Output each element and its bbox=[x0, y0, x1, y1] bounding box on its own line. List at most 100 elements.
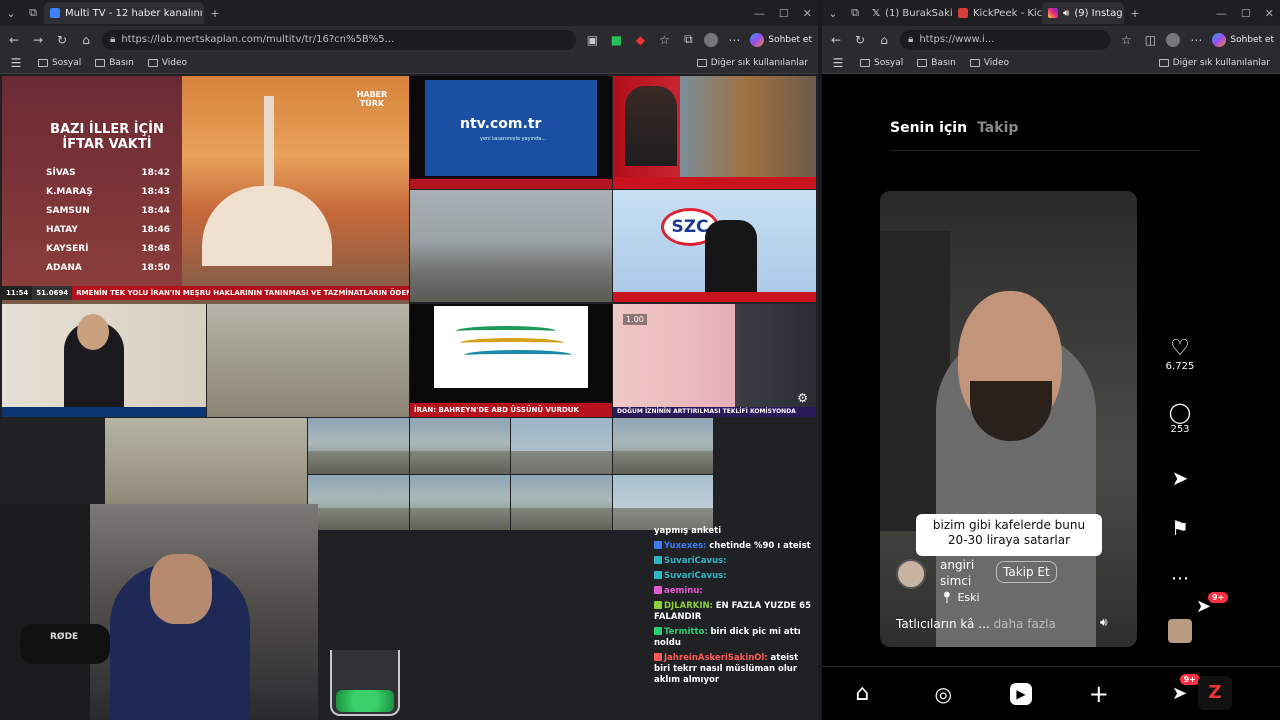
address-bar[interactable]: 🔒︎ https://lab.mertskaplan.com/multitv/t… bbox=[102, 29, 577, 50]
chat-username[interactable]: Yuxexes: bbox=[664, 541, 707, 551]
webcam-tile[interactable] bbox=[612, 418, 713, 474]
back-icon[interactable]: ← bbox=[6, 33, 22, 47]
tv-tile-ntv[interactable]: ntv.com.tr yeni tasarımıyla yayında... bbox=[410, 76, 612, 189]
webcam-tile[interactable] bbox=[511, 474, 612, 530]
bookmark-icon[interactable]: ⚑ bbox=[1162, 516, 1198, 540]
home-icon[interactable]: ⌂ bbox=[78, 33, 94, 47]
more-options-icon[interactable]: ⋯ bbox=[1162, 568, 1198, 589]
like-action[interactable]: ♡ 6.725 bbox=[1162, 336, 1198, 372]
share-icon[interactable]: ➤ bbox=[1162, 466, 1198, 490]
audio-thumbnail[interactable] bbox=[1168, 619, 1192, 643]
favorites-icon[interactable]: ☆ bbox=[1118, 33, 1134, 47]
iftar-row: ADANA 18:50 bbox=[46, 263, 170, 273]
chat-username[interactable]: SuvariCavus: bbox=[664, 571, 727, 581]
extension-red-icon[interactable]: ◆ bbox=[632, 33, 648, 47]
bookmark-folder-video[interactable]: Video bbox=[969, 58, 1009, 68]
left-browser-window: ⌄ ⧉ Multi TV - 12 haber kanalını aynı a … bbox=[0, 0, 818, 720]
profile-avatar[interactable] bbox=[704, 32, 719, 47]
tv-tile-old-city[interactable] bbox=[105, 418, 307, 506]
more-menu-icon[interactable]: ⋯ bbox=[1188, 33, 1204, 47]
refresh-icon[interactable]: ↻ bbox=[852, 33, 868, 47]
tab-x[interactable]: 𝕏 (1) BurakSakin ✕ bbox=[866, 2, 952, 24]
tv-tile-arabic-news[interactable] bbox=[613, 76, 816, 189]
webcam-tile[interactable] bbox=[511, 418, 612, 474]
extensions-icon[interactable]: ▣ bbox=[584, 33, 600, 47]
follow-button[interactable]: Takip Et bbox=[996, 561, 1057, 583]
webcam-tile[interactable] bbox=[409, 474, 510, 530]
more-menu-icon[interactable]: ⋯ bbox=[726, 33, 742, 47]
extension-green-icon[interactable]: ■ bbox=[608, 33, 624, 47]
other-favorites[interactable]: Diğer sık kullanılanlar bbox=[696, 58, 808, 68]
tv-tile-szc[interactable]: SZC bbox=[613, 190, 816, 302]
address-bar[interactable]: 🔒︎ https://www.i... bbox=[900, 29, 1111, 50]
webcam-tile[interactable] bbox=[612, 474, 713, 530]
tab-kickpeek[interactable]: KickPeek - Kic ✕ bbox=[952, 2, 1042, 24]
more-link[interactable]: daha fazla bbox=[994, 617, 1056, 631]
workspaces-icon[interactable]: ⧉ bbox=[22, 2, 44, 24]
tv-tile-aerial-city[interactable] bbox=[207, 304, 409, 417]
tv-tile-reporter[interactable]: 1.00 DOĞUM İZNİNİN ARTTIRILMASI TEKLİFİ … bbox=[613, 304, 816, 417]
new-tab-icon[interactable]: + bbox=[1124, 2, 1146, 24]
location[interactable]: 📍︎ Eski bbox=[940, 591, 980, 604]
close-window-icon[interactable]: ✕ bbox=[803, 7, 812, 20]
workspaces-icon[interactable]: ⧉ bbox=[844, 2, 866, 24]
reel-video[interactable]: bizim gibi kafelerde bunu 20-30 liraya s… bbox=[880, 191, 1137, 647]
bookmark-folder-sosyal[interactable]: Sosyal bbox=[860, 58, 903, 68]
tv-tile-haberturk[interactable]: HABER TÜRK BAZI İLLER İÇİN İFTAR VAKTİ S… bbox=[2, 76, 409, 304]
reel-description[interactable]: Tatlıcıların kâ ... daha fazla bbox=[896, 617, 1056, 631]
favorites-icon[interactable]: ☆ bbox=[656, 33, 672, 47]
tab-actions-icon[interactable]: ⌄ bbox=[822, 2, 844, 24]
location-pin-icon: 📍︎ bbox=[940, 591, 954, 604]
maximize-icon[interactable]: ☐ bbox=[1241, 7, 1251, 20]
chat-username[interactable]: DJLARKIN: bbox=[664, 601, 713, 611]
chat-username[interactable]: JahreinAskeriSakinOl: bbox=[664, 653, 768, 663]
maximize-icon[interactable]: ☐ bbox=[779, 7, 789, 20]
caption-overlay: bizim gibi kafelerde bunu 20-30 liraya s… bbox=[916, 514, 1102, 556]
bookmark-folder-video[interactable]: Video bbox=[147, 58, 187, 68]
tv-tile-interview[interactable] bbox=[2, 304, 206, 417]
mute-icon[interactable]: 🔊︎ bbox=[1100, 615, 1108, 630]
sidebar-toggle-icon[interactable]: ☰ bbox=[8, 56, 24, 70]
chat-username[interactable]: SuvariCavus: bbox=[664, 556, 727, 566]
minimize-icon[interactable]: — bbox=[754, 7, 765, 20]
creator-username[interactable]: angiri simci bbox=[940, 557, 992, 589]
bookmark-folder-basin[interactable]: Basın bbox=[95, 58, 134, 68]
tab-following[interactable]: Takip bbox=[977, 120, 1018, 136]
iftar-row: HATAY 18:46 bbox=[46, 225, 170, 235]
tab-multitv[interactable]: Multi TV - 12 haber kanalını aynı a ✕ bbox=[44, 2, 204, 24]
new-tab-icon[interactable]: + bbox=[204, 2, 226, 24]
tab-for-you[interactable]: Senin için bbox=[890, 120, 967, 136]
sidebar-toggle-icon[interactable]: ☰ bbox=[830, 56, 846, 70]
forward-icon[interactable]: → bbox=[30, 33, 46, 47]
close-window-icon[interactable]: ✕ bbox=[1265, 7, 1274, 20]
collections-icon[interactable]: ⧉ bbox=[680, 32, 696, 47]
reels-play-icon[interactable]: ▶ bbox=[1009, 682, 1032, 705]
tab-actions-icon[interactable]: ⌄ bbox=[0, 2, 22, 24]
other-favorites[interactable]: Diğer sık kullanılanlar bbox=[1158, 58, 1270, 68]
direct-messages-icon[interactable]: ➤ 9+ bbox=[1166, 673, 1200, 708]
webcam-tile[interactable] bbox=[308, 474, 409, 530]
minimize-icon[interactable]: — bbox=[1216, 7, 1227, 20]
chat-username[interactable]: Termitto: bbox=[664, 627, 708, 637]
explore-compass-icon[interactable]: ◎ bbox=[929, 680, 957, 708]
back-icon[interactable]: ← bbox=[828, 33, 844, 47]
chat-username[interactable]: aeminu: bbox=[664, 586, 703, 596]
create-plus-icon[interactable]: + bbox=[1085, 680, 1113, 708]
tv-tile-skyline[interactable] bbox=[410, 190, 612, 302]
split-screen-icon[interactable]: ◫ bbox=[1142, 33, 1158, 47]
bookmark-folder-sosyal[interactable]: Sosyal bbox=[38, 58, 81, 68]
profile-avatar[interactable] bbox=[1166, 32, 1181, 47]
tv-tile-channel-logo[interactable]: İRAN: BAHREYN'DE ABD ÜSSÜNÜ VURDUK bbox=[410, 304, 612, 417]
webcam-tile[interactable] bbox=[308, 418, 409, 474]
webcam-tile[interactable] bbox=[409, 418, 510, 474]
copilot-button[interactable]: Sohbet et bbox=[1212, 32, 1274, 47]
bookmark-folder-basin[interactable]: Basın bbox=[917, 58, 956, 68]
refresh-icon[interactable]: ↻ bbox=[54, 33, 70, 47]
home-icon[interactable]: ⌂ bbox=[876, 33, 892, 47]
settings-gear-icon[interactable]: ⚙ bbox=[797, 391, 808, 405]
copilot-button[interactable]: Sohbet et bbox=[750, 32, 812, 47]
home-nav-icon[interactable]: ⌂ bbox=[848, 680, 876, 708]
comment-action[interactable]: ◯ 253 bbox=[1162, 400, 1198, 435]
tab-instagram[interactable]: 🔊︎ (9) Instag ✕ bbox=[1042, 2, 1124, 24]
creator-avatar[interactable] bbox=[896, 559, 926, 589]
